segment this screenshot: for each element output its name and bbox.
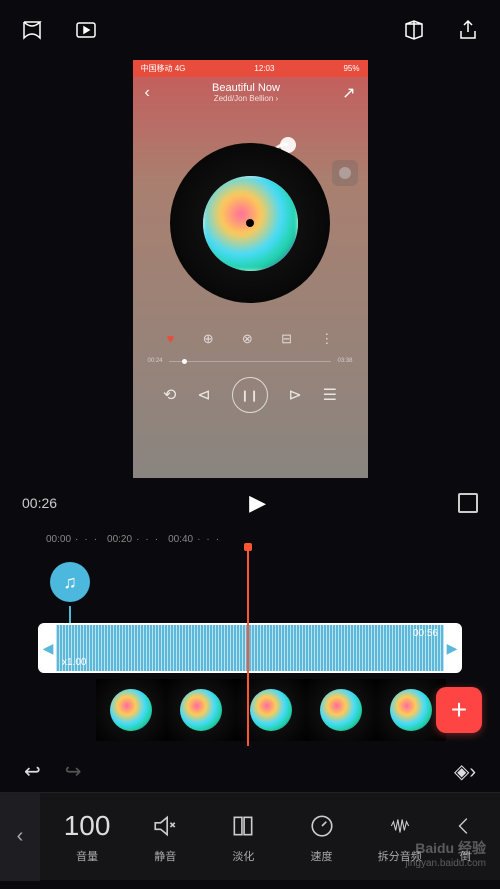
watermark-brand: Baidu 经验 bbox=[405, 838, 486, 858]
music-note-icon: ♫ bbox=[50, 562, 90, 602]
ruler-mark: 00:00 bbox=[46, 534, 71, 545]
keyframe-button[interactable]: ◈› bbox=[454, 759, 476, 784]
next-icon: ⊳ bbox=[288, 385, 301, 405]
song-artist: Zedd/Jon Bellion › bbox=[150, 94, 342, 103]
speed-icon bbox=[309, 810, 335, 842]
fade-button[interactable]: 淡化 bbox=[216, 810, 271, 864]
audio-track-marker[interactable]: ♫ bbox=[50, 562, 90, 612]
current-time: 00:26 bbox=[22, 495, 57, 511]
time-text: 12:03 bbox=[254, 64, 274, 73]
shuffle-icon: ⟲ bbox=[163, 385, 176, 405]
song-title: Beautiful Now bbox=[150, 82, 342, 94]
watermark-url: jingyan.baidu.com bbox=[405, 858, 486, 869]
reverse-icon bbox=[454, 810, 476, 842]
pause-icon: ❙❙ bbox=[232, 377, 268, 413]
album-art bbox=[203, 176, 298, 271]
share-icon[interactable] bbox=[456, 18, 480, 42]
speed-button[interactable]: 速度 bbox=[294, 810, 349, 864]
progress-start: 00:24 bbox=[148, 358, 163, 364]
more-icon: ⋮ bbox=[320, 331, 333, 347]
download-icon: ⊕ bbox=[203, 331, 214, 347]
share-small-icon: ↗ bbox=[342, 83, 355, 103]
ruler-dots: ··· bbox=[75, 534, 103, 545]
undo-button[interactable]: ↩ bbox=[24, 759, 41, 784]
watermark: Baidu 经验 jingyan.baidu.com bbox=[405, 838, 486, 869]
progress-track bbox=[169, 361, 332, 362]
fullscreen-button[interactable] bbox=[458, 493, 478, 513]
ruler-mark: 00:40 bbox=[168, 534, 193, 545]
clip-duration: 00:56 bbox=[413, 628, 438, 639]
layers-icon[interactable] bbox=[402, 18, 426, 42]
toolbar-back-button[interactable]: ‹ bbox=[0, 793, 40, 881]
preview-play-icon[interactable] bbox=[74, 18, 98, 42]
ruler-mark: 00:20 bbox=[107, 534, 132, 545]
vinyl-record bbox=[170, 143, 330, 303]
progress-end: 03:38 bbox=[337, 358, 352, 364]
speed-label: 速度 bbox=[311, 848, 333, 864]
video-frame bbox=[306, 679, 376, 741]
video-track[interactable]: + bbox=[96, 679, 462, 741]
video-frame bbox=[166, 679, 236, 741]
mute-icon bbox=[152, 810, 178, 842]
record-button bbox=[332, 160, 358, 186]
mute-label: 静音 bbox=[154, 848, 176, 864]
playlist-icon: ☰ bbox=[323, 385, 337, 405]
video-preview[interactable]: 中国移动 4G 12:03 95% ‹ Beautiful Now Zedd/J… bbox=[133, 60, 368, 478]
fade-icon bbox=[230, 810, 256, 842]
logo-icon[interactable] bbox=[20, 18, 44, 42]
clip-handle-left[interactable]: ◀ bbox=[40, 625, 56, 671]
add-clip-button[interactable]: + bbox=[436, 687, 482, 733]
mute-button[interactable]: 静音 bbox=[138, 810, 193, 864]
volume-value: 100 bbox=[64, 810, 111, 842]
volume-button[interactable]: 100 音量 bbox=[60, 810, 115, 864]
clip-speed: x1.00 bbox=[62, 657, 86, 668]
ruler-dots: ··· bbox=[197, 534, 225, 545]
clip-handle-right[interactable]: ▶ bbox=[444, 625, 460, 671]
comment-icon: ⊟ bbox=[281, 331, 292, 347]
prev-icon: ⊲ bbox=[197, 385, 210, 405]
playhead[interactable] bbox=[247, 546, 249, 746]
play-button[interactable]: ▶ bbox=[249, 490, 266, 516]
ruler-dots: ··· bbox=[136, 534, 164, 545]
audio-waveform: 00:56 x1.00 bbox=[56, 625, 444, 671]
video-frame bbox=[96, 679, 166, 741]
detach-icon bbox=[387, 810, 413, 842]
redo-button[interactable]: ↪ bbox=[65, 759, 82, 784]
carrier-text: 中国移动 4G bbox=[141, 63, 186, 74]
like-icon: ♥ bbox=[167, 331, 175, 347]
volume-label: 音量 bbox=[76, 848, 98, 864]
effects-icon: ⊗ bbox=[242, 331, 253, 347]
fade-label: 淡化 bbox=[232, 848, 254, 864]
audio-clip[interactable]: ◀ 00:56 x1.00 ▶ bbox=[38, 623, 462, 673]
inner-status-bar: 中国移动 4G 12:03 95% bbox=[133, 60, 368, 77]
battery-text: 95% bbox=[343, 64, 359, 73]
